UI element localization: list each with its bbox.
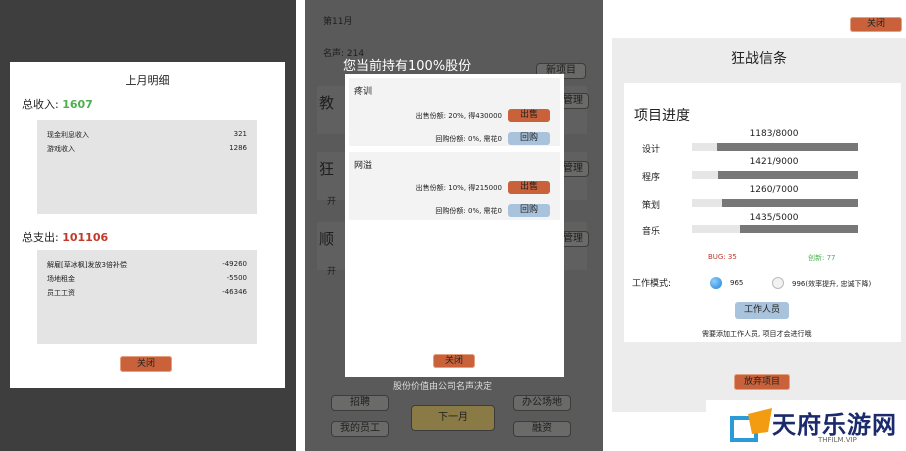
my-staff-button[interactable]: 我的员工 (331, 421, 389, 437)
buyback-button[interactable]: 回购 (508, 204, 550, 217)
list-item: 游戏收入 1286 (47, 144, 247, 153)
mode-965-label: 965 (730, 279, 744, 287)
close-button[interactable]: 关闭 (120, 356, 172, 372)
mode-996-label: 996(效率提升, 忠诚下降) (792, 280, 872, 288)
program-progress-bar (692, 171, 858, 179)
income-value: 1607 (62, 98, 93, 111)
innovation-count: 创新: 77 (808, 254, 836, 262)
music-label: 音乐 (642, 227, 661, 237)
monthly-detail-screen: 上月明细 总收入: 1607 现金利息收入 321 游戏收入 1286 总支出:… (0, 0, 296, 451)
watermark-text: 天府乐游网 (772, 411, 897, 439)
mode-965-radio[interactable] (710, 277, 722, 289)
project-detail-screen: 关闭 狂战信条 项目进度 1183/8000 设计 1421/9000 程序 1… (612, 0, 906, 451)
next-month-button[interactable]: 下一月 (411, 405, 495, 431)
watermark-url: THFILM.VIP (818, 436, 857, 444)
abandon-project-button[interactable]: 放弃项目 (734, 374, 790, 390)
planning-label: 策划 (642, 201, 661, 211)
music-progress-value: 1435/5000 (749, 213, 799, 223)
list-item: 员工工资 -46346 (47, 288, 247, 297)
list-item: 解雇[草冰枫]发放3倍补偿 -49260 (47, 260, 247, 269)
company-share-card: 疼训 出售份额: 20%, 得430000 出售 回购份额: 0%, 需花0 回… (349, 78, 560, 146)
office-button[interactable]: 办公场地 (513, 395, 571, 411)
month-label: 第11月 (323, 17, 353, 27)
company-name: 疼训 (354, 87, 373, 97)
program-progress-value: 1421/9000 (749, 157, 799, 167)
staff-button[interactable]: 工作人员 (735, 302, 789, 319)
design-progress-bar (692, 143, 858, 151)
design-progress-value: 1183/8000 (749, 129, 799, 139)
program-label: 程序 (642, 173, 661, 183)
shares-headline: 您当前持有100%股份 (343, 59, 472, 74)
music-progress-bar (692, 225, 858, 233)
buyback-info: 回购份额: 0%, 需花0 (435, 135, 502, 143)
dialog-title: 上月明细 (125, 74, 170, 87)
expense-section-label: 总支出: 101106 (22, 229, 108, 245)
screenshot-collage: 上月明细 总收入: 1607 现金利息收入 321 游戏收入 1286 总支出:… (0, 0, 906, 451)
work-mode-label: 工作模式: (632, 279, 672, 289)
planning-progress-bar (692, 199, 858, 207)
sell-button[interactable]: 出售 (508, 181, 550, 194)
income-section-label: 总收入: 1607 (22, 96, 93, 112)
shares-dialog: 疼训 出售份额: 20%, 得430000 出售 回购份额: 0%, 需花0 回… (345, 74, 564, 377)
site-watermark: 天府乐游网 THFILM.VIP (706, 400, 906, 451)
expense-label: 总支出: (22, 231, 59, 244)
shares-footer-note: 股份价值由公司名声决定 (393, 382, 493, 392)
sell-button[interactable]: 出售 (508, 109, 550, 122)
income-label: 总收入: (22, 98, 59, 111)
company-name: 网溢 (354, 161, 373, 171)
monthly-detail-dialog: 上月明细 总收入: 1607 现金利息收入 321 游戏收入 1286 总支出:… (10, 62, 285, 388)
project-progress-card: 项目进度 1183/8000 设计 1421/9000 程序 1260/7000… (624, 83, 901, 342)
financing-button[interactable]: 融资 (513, 421, 571, 437)
shares-screen: 第11月 名声: 214 新项目 教 管理 狂 开 管理 顺 开 管理 您当前持… (305, 0, 603, 451)
sell-info: 出售份额: 20%, 得430000 (415, 112, 502, 120)
buyback-info: 回购份额: 0%, 需花0 (435, 207, 502, 215)
sell-info: 出售份额: 10%, 得215000 (415, 184, 502, 192)
project-title: 狂战信条 (731, 51, 787, 67)
buyback-button[interactable]: 回购 (508, 132, 550, 145)
design-label: 设计 (642, 145, 661, 155)
income-list: 现金利息收入 321 游戏收入 1286 (37, 120, 257, 214)
planning-progress-value: 1260/7000 (749, 185, 799, 195)
recruit-button[interactable]: 招聘 (331, 395, 389, 411)
mode-996-radio[interactable] (772, 277, 784, 289)
bug-count: BUG: 35 (708, 253, 737, 261)
list-item: 现金利息收入 321 (47, 130, 247, 139)
expense-list: 解雇[草冰枫]发放3倍补偿 -49260 场地租金 -5500 员工工资 -46… (37, 250, 257, 344)
progress-title: 项目进度 (634, 108, 690, 124)
list-item: 场地租金 -5500 (47, 274, 247, 283)
company-share-card: 网溢 出售份额: 10%, 得215000 出售 回购份额: 0%, 需花0 回… (349, 152, 560, 220)
add-staff-notice: 需要添加工作人员, 项目才会进行哦 (702, 330, 812, 338)
close-button[interactable]: 关闭 (850, 17, 902, 32)
expense-value: 101106 (62, 231, 109, 244)
close-button[interactable]: 关闭 (433, 354, 475, 368)
